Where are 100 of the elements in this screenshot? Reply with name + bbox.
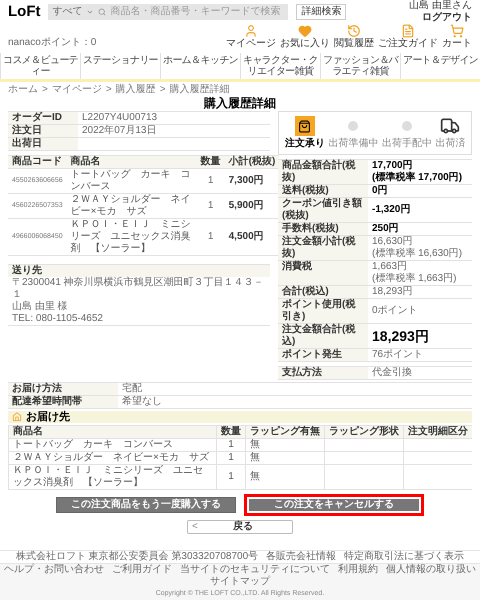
table-cell: 代金引換 [368,366,472,380]
table-header-cell: クーポン値引き額(税抜) [278,198,368,222]
truck-icon [440,116,460,136]
search-icon [98,8,106,16]
cart-icon [450,24,464,38]
breadcrumb-link[interactable]: マイページ [52,84,102,96]
table-header-cell: 注文金額小計(税抜) [278,236,368,260]
header-icon-link[interactable]: お気に入り [280,24,330,49]
table-header-cell: 注文金額合計(税込) [278,324,368,348]
table-header-cell: オーダーID [8,112,78,124]
address-line: 〒2300041 神奈川県横浜市鶴見区潮田町３丁目１４３－１ [11,277,265,300]
table-cell: 希望なし [118,396,472,408]
header-icon-link[interactable]: カート [442,24,472,49]
breadcrumb-separator: > [106,84,112,96]
column-header: 注文明細区分 [404,426,472,438]
nav-link[interactable]: コスメ＆ビューティー [0,53,80,79]
user-name: 山島 由里さん [409,0,472,12]
footer-info-link[interactable]: 株式会社ロフト 東京都公安委員会 第303320708700号 [16,551,258,563]
category-select[interactable]: すべて [52,6,82,18]
bag-icon [298,120,312,132]
table-cell: 5,900円 [224,194,280,218]
footer-link[interactable]: ご利用ガイド [112,564,172,576]
column-header: 数量 [196,156,225,168]
table-cell: 無 [246,438,324,452]
table-cell: トートバッグ カーキ コンバース [8,438,216,452]
column-header: 商品名 [8,426,216,438]
table-cell: 4,500円 [224,218,280,256]
logout-link[interactable]: ログアウト [422,12,472,24]
table-cell: 250円 [368,222,472,236]
header-icon-link[interactable]: ご注文ガイド [378,24,438,49]
address-line: 山島 由里 様 [11,301,69,313]
points-text: nanacoポイント：0 [8,37,96,49]
status-step: 出荷手配中 [382,116,432,150]
header-icon-link[interactable]: マイページ [226,24,276,49]
user-icon [244,24,258,38]
table-cell: 無 [246,464,324,490]
column-header: 小計(税抜) [224,156,280,168]
table-cell: 1 [196,168,225,194]
nav-link[interactable]: ホーム＆キッチン [160,53,240,79]
advanced-search-button[interactable]: 詳細検索 [296,4,346,20]
header-icon-link[interactable]: 閲覧履歴 [334,24,374,49]
breadcrumb-separator: > [160,84,166,96]
table-cell: 2022年07月13日 [78,124,270,138]
heading-text: お届け先 [26,411,70,423]
nav-link[interactable]: キャラクター・クリエイター雑貨 [240,53,320,79]
table-header-cell: ポイント発生 [278,348,368,362]
status-step: 注文承り [284,116,325,150]
table-cell: 無 [246,452,324,464]
table-cell: 1 [196,218,225,256]
breadcrumb-link[interactable]: 購入履歴詳細 [170,84,230,96]
table-cell: 宅配 [118,382,472,396]
table-cell: 76ポイント [368,348,472,362]
table-cell: 0ポイント [368,298,472,324]
footer-link[interactable]: 個人情報の取り扱い [386,564,476,576]
table-cell: 18,293円 [368,286,472,298]
logo[interactable]: LoFt [8,3,40,21]
footer-link[interactable]: 利用規約 [338,564,378,576]
action-button[interactable]: この注文をキャンセルする [244,494,424,516]
address-line: TEL: 080-1105-4652 [11,313,104,325]
table-header-cell: 出荷日 [8,138,78,150]
action-button[interactable]: この注文商品をもう一度購入する [56,497,236,513]
column-header: 数量 [216,426,246,438]
section-header: 送り先 [8,264,270,277]
table-header-cell: 手数料(税抜) [278,222,368,236]
back-button[interactable]: < 戻る [187,520,293,534]
table-cell: 1 [196,194,225,218]
table-header-cell: ポイント使用(税引き) [278,298,368,324]
table-cell: 0円 [368,184,472,198]
nav-link[interactable]: アート＆デザイン [400,53,480,79]
column-header: 商品名 [66,156,197,168]
table-cell: ＫＰＯＩ・ＥＩＪ ミニシリーズ ユニセックス消臭剤 【ソーラー】 [66,218,197,256]
table-cell: -1,320円 [368,198,472,222]
breadcrumb-link[interactable]: ホーム [8,84,38,96]
table-header-cell: 合計(税込) [278,286,368,298]
footer-link[interactable]: サイトマップ [210,576,270,588]
table-cell: ２ＷＡＹショルダー ネイビー×モカ サズ [8,452,216,464]
breadcrumb-separator: > [42,84,48,96]
table-header-cell: 送料(税抜) [278,184,368,198]
footer-link[interactable]: ヘルプ・お問い合わせ [4,564,104,576]
heart-icon [298,24,312,38]
table-cell: ２ＷＡＹショルダー ネイビー×モカ サズ [66,194,197,218]
history-icon [347,24,361,38]
table-cell: 1 [216,452,246,464]
table-header-cell: 消費税 [278,260,368,286]
table-cell: ＫＰＯＩ・ＥＩＪ ミニシリーズ ユニセックス消臭剤 【ソーラー】 [8,464,216,490]
column-header: 商品コード [8,156,67,168]
house-icon [12,412,22,422]
table-header-cell: 支払方法 [278,366,368,380]
table-cell: 1 [216,464,246,490]
status-step: 出荷済 [435,116,466,150]
breadcrumb-link[interactable]: 購入履歴 [116,84,156,96]
footer-link[interactable]: 当サイトのセキュリティについて [180,564,330,576]
footer-info-link[interactable]: 特定商取引法に基づく表示 [344,551,464,563]
footer-info-link[interactable]: 各販売会社情報 [266,551,336,563]
nav-link[interactable]: ステーショナリー [80,53,160,79]
page-title: 購入履歴詳細 [202,96,277,111]
nav-link[interactable]: ファッション＆バラエティ雑貨 [320,53,400,79]
table-cell: 18,293円 [368,324,472,348]
table-header-cell: 注文日 [8,124,78,138]
document-icon [401,24,415,38]
